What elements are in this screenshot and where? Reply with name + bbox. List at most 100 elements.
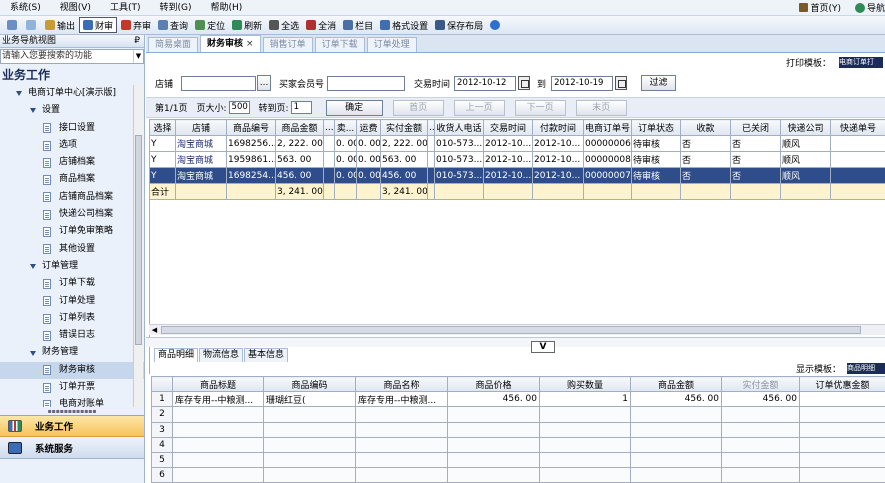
tree-item[interactable]: 电商对账单 — [0, 396, 144, 407]
order-row[interactable]: Y淘宝商城1698254...456. 000. 000. 00456. 000… — [149, 167, 885, 184]
column-header[interactable]: 商品编号 — [226, 119, 276, 136]
order-cell-sel[interactable]: Y — [149, 135, 176, 152]
column-header[interactable]: 订单状态 — [631, 119, 681, 136]
detail-column-header[interactable]: 商品名称 — [355, 375, 448, 393]
detail-column-header[interactable]: 实付金额 — [721, 375, 800, 393]
page-size-input[interactable]: 500 — [228, 101, 250, 114]
tab-order-processing[interactable]: 订单处理 — [366, 37, 417, 52]
sidebar-system-service-button[interactable]: 系统服务 — [0, 437, 144, 459]
tab-logistics[interactable]: 物流信息 — [199, 348, 244, 362]
print-button[interactable] — [4, 17, 22, 33]
detail-row[interactable]: 4 — [151, 436, 885, 453]
detail-column-header[interactable]: 商品编码 — [263, 375, 356, 393]
toolbar-button-10[interactable]: 栏目 — [340, 17, 376, 33]
menu-goto[interactable]: 转到(G) — [149, 0, 200, 16]
shop-input[interactable] — [181, 75, 257, 91]
scroll-left-icon[interactable]: ◀ — [149, 325, 160, 335]
first-page-button[interactable]: 首页 — [392, 99, 444, 116]
buyer-input[interactable] — [327, 75, 406, 91]
toolbar-button-3[interactable]: 财审 — [79, 17, 118, 33]
function-search-input[interactable]: 请输入您要搜索的功能 ▼ — [0, 49, 144, 64]
detail-column-header[interactable]: 商品标题 — [172, 375, 264, 393]
calendar-icon[interactable] — [615, 76, 628, 90]
toolbar-button-7[interactable]: 刷新 — [229, 17, 265, 33]
filter-button[interactable]: 过滤 — [641, 75, 677, 91]
tree-item[interactable]: 订单处理 — [0, 293, 144, 310]
confirm-button[interactable]: 确定 — [325, 99, 383, 116]
tree-folder[interactable]: 设置 — [0, 102, 144, 119]
toolbar-button-2[interactable]: 输出 — [42, 17, 78, 33]
menu-view[interactable]: 视图(V) — [50, 0, 100, 16]
order-cell-sel[interactable]: Y — [149, 151, 176, 168]
toolbar-button-8[interactable]: 全选 — [266, 17, 302, 33]
tree-scrollbar[interactable] — [133, 85, 143, 407]
toolbar-button-12[interactable]: 保存布局 — [432, 17, 486, 33]
tree-item[interactable]: 财务审核 — [0, 361, 144, 380]
detail-row[interactable]: 3 — [151, 421, 885, 438]
shop-browse-button[interactable]: ... — [257, 75, 272, 91]
tree-item[interactable]: 其他设置 — [0, 241, 144, 258]
detail-column-header[interactable]: 购买数量 — [539, 375, 631, 393]
detail-row[interactable]: 1 库存专用--中粮测... 珊瑚红豆(库存专用--中粮测... 456. 00 1 45… — [151, 391, 885, 408]
next-page-button[interactable]: 下一页 — [514, 99, 566, 116]
home-link[interactable]: 首页(Y) — [799, 1, 841, 14]
panel-splitter[interactable]: V — [146, 337, 885, 353]
detail-column-header[interactable]: 商品价格 — [447, 375, 540, 393]
tab-simple-desktop[interactable]: 简易桌面 — [148, 37, 199, 52]
column-header[interactable]: 选择 — [149, 119, 176, 136]
toolbar-button-9[interactable]: 全消 — [303, 17, 339, 33]
tree-item[interactable]: 订单下载 — [0, 275, 144, 292]
print-template-select[interactable]: 电商订单打 — [839, 56, 883, 68]
menu-help[interactable]: 帮助(H) — [200, 0, 251, 16]
column-header[interactable]: 商品金额 — [275, 119, 324, 136]
detail-column-header[interactable]: 订单优惠金额 — [799, 375, 885, 393]
date-from-input[interactable]: 2012-10-12 — [454, 75, 517, 91]
tab-order-download[interactable]: 订单下载 — [314, 37, 365, 52]
last-page-button[interactable]: 末页 — [575, 99, 627, 116]
column-header[interactable]: 运费 — [356, 119, 381, 136]
toolbar-button-4[interactable]: 弃审 — [118, 17, 154, 33]
menu-system[interactable]: 系统(S) — [0, 0, 50, 16]
collapse-toggle[interactable]: V — [531, 341, 555, 353]
tree-item[interactable]: 快递公司档案 — [0, 206, 144, 223]
tree-item[interactable]: 接口设置 — [0, 120, 144, 137]
toolbar-button-6[interactable]: 定位 — [192, 17, 228, 33]
preview-button[interactable] — [23, 17, 41, 33]
column-header[interactable]: ... — [323, 119, 335, 136]
tab-sales-order[interactable]: 销售订单 — [262, 37, 313, 52]
column-header[interactable]: 快递公司 — [780, 119, 831, 136]
column-header[interactable]: 卖... — [334, 119, 357, 136]
menu-tools[interactable]: 工具(T) — [100, 0, 150, 16]
chevron-down-icon[interactable]: ▼ — [133, 50, 143, 63]
column-header[interactable]: ... — [427, 119, 435, 136]
tree-folder[interactable]: 财务管理 — [0, 344, 144, 361]
column-header[interactable]: 已关闭 — [730, 119, 781, 136]
detail-row[interactable]: 5 — [151, 451, 885, 469]
tab-product-detail[interactable]: 商品明细 — [154, 348, 199, 362]
tab-finance-audit[interactable]: 财务审核 × — [200, 35, 261, 52]
column-header[interactable]: 店铺 — [175, 119, 227, 136]
column-header[interactable]: 收款 — [680, 119, 731, 136]
date-to-input[interactable]: 2012-10-19 — [551, 75, 614, 91]
column-header[interactable]: 快递单号 — [830, 119, 885, 136]
tree-item[interactable]: 订单开票 — [0, 379, 144, 396]
close-icon[interactable]: × — [246, 39, 254, 49]
tree-item[interactable]: 订单列表 — [0, 310, 144, 327]
detail-row[interactable]: 2 — [151, 406, 885, 423]
tree-item[interactable]: 店铺档案 — [0, 154, 144, 171]
tree-item[interactable]: 错误日志 — [0, 327, 144, 344]
column-header[interactable]: 付款时间 — [532, 119, 584, 136]
display-template-select[interactable]: 商品明细 — [847, 363, 885, 374]
column-header[interactable]: 交易时间 — [483, 119, 533, 136]
tab-basic-info[interactable]: 基本信息 — [244, 348, 289, 362]
prev-page-button[interactable]: 上一页 — [453, 99, 505, 116]
tree-item[interactable]: 商品档案 — [0, 171, 144, 188]
order-row[interactable]: Y淘宝商城1959861...563. 000. 000. 00563. 000… — [149, 151, 885, 168]
detail-row[interactable]: 6 — [151, 467, 885, 483]
toolbar-button-5[interactable]: 查询 — [155, 17, 191, 33]
orders-hscrollbar[interactable]: ◀ — [149, 324, 885, 335]
column-header[interactable]: 收货人电话 — [434, 119, 484, 136]
column-header[interactable]: 电商订单号 — [583, 119, 632, 136]
detail-column-header[interactable]: 商品金额 — [630, 375, 722, 393]
orders-hscroll-thumb[interactable] — [161, 326, 861, 334]
